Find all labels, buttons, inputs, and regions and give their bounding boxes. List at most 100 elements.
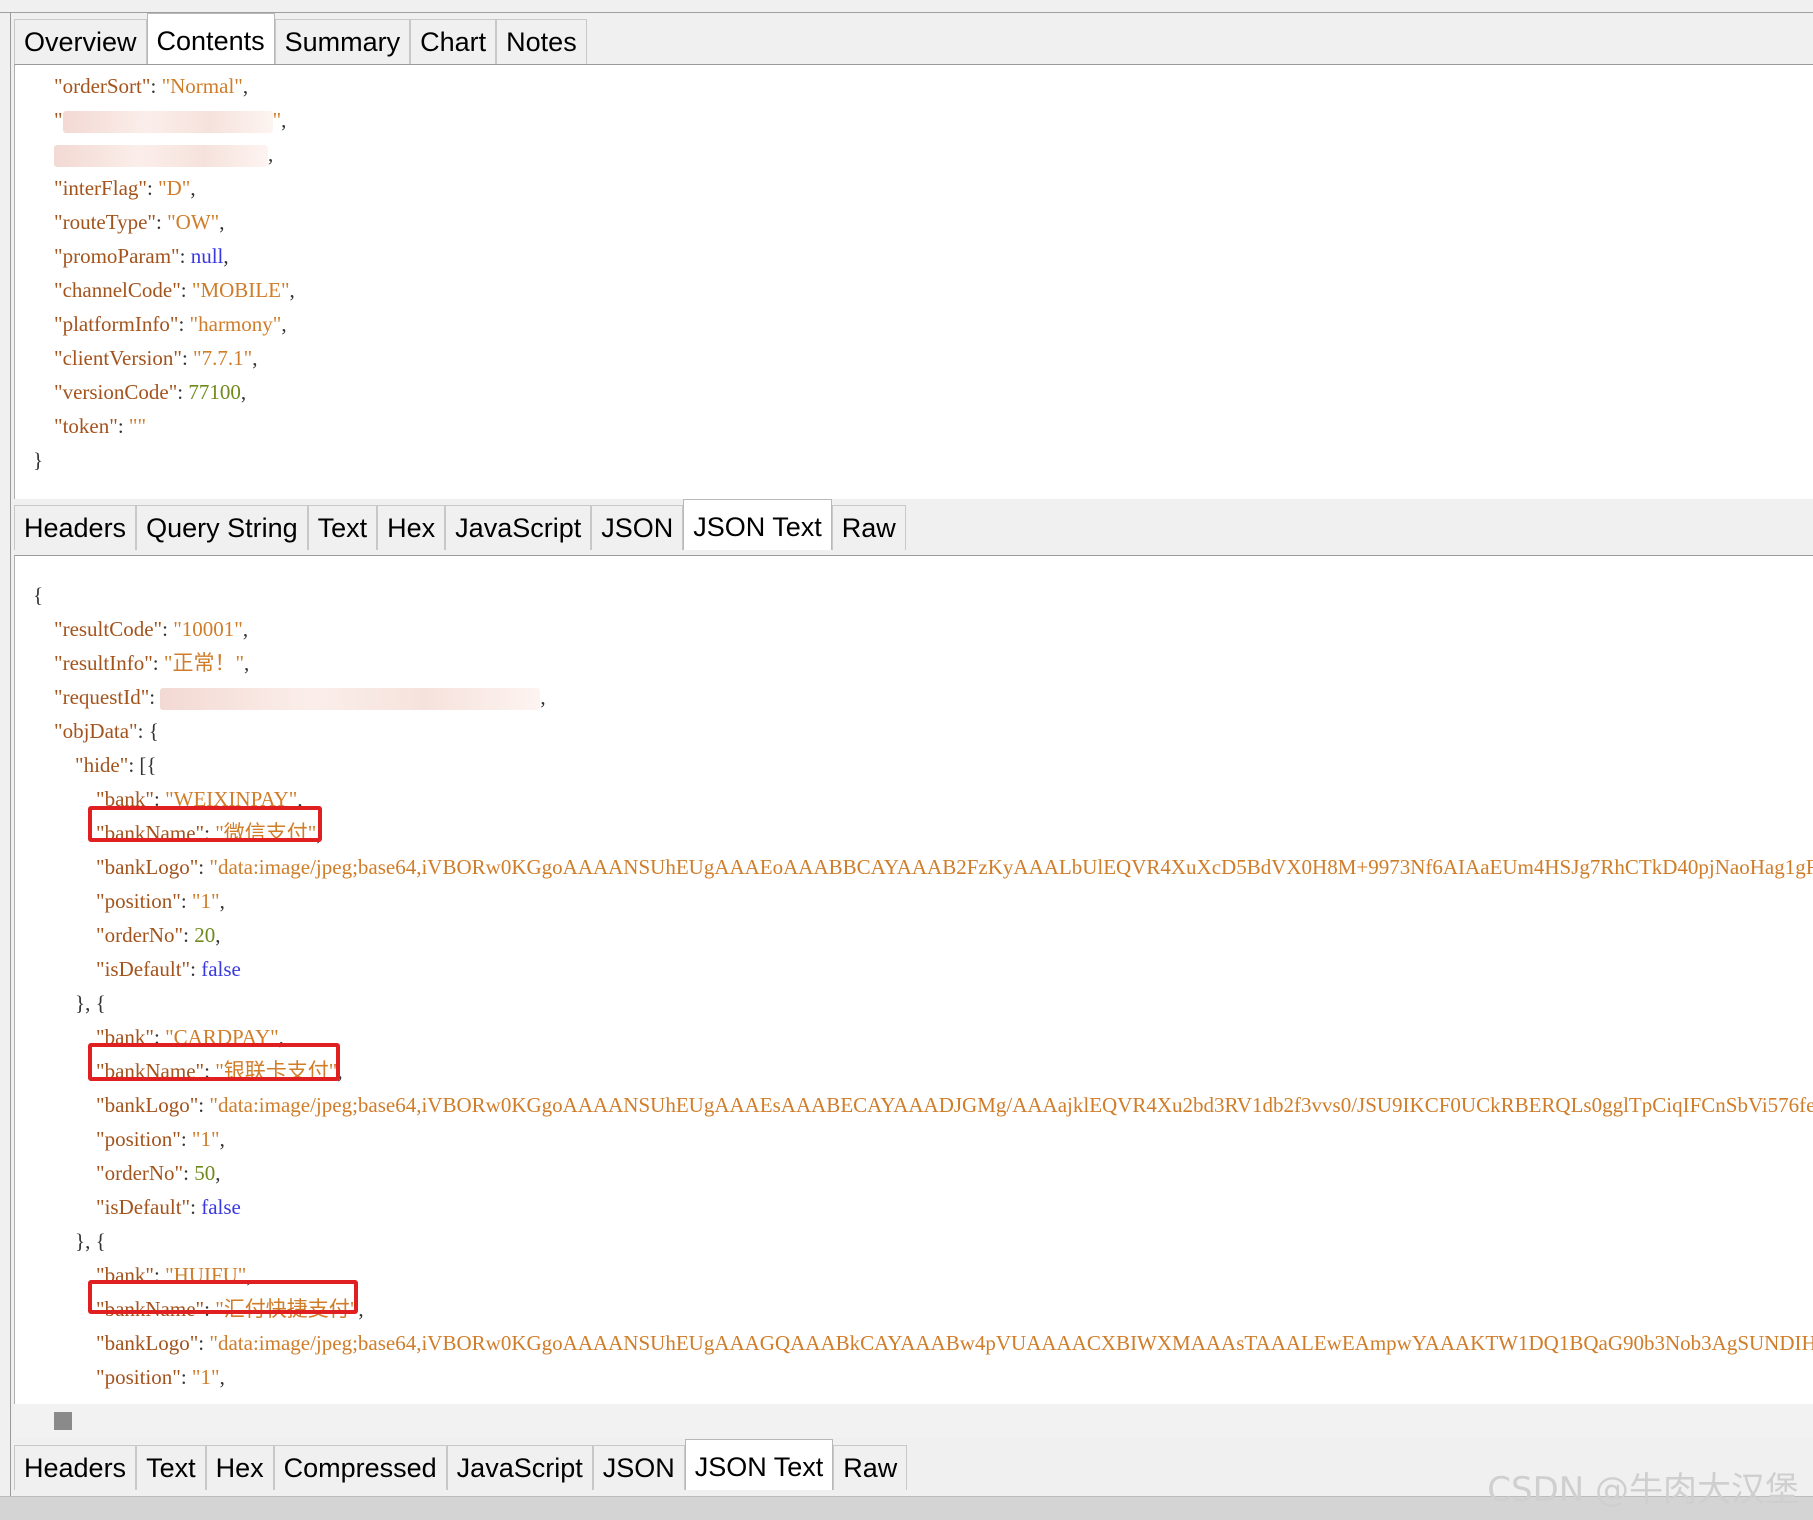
request-body-view[interactable]: "orderSort": "Normal", " ",, "interFlag": "…: [14, 64, 1813, 499]
request-tab-json[interactable]: JSON: [591, 505, 684, 550]
json-token: :: [149, 685, 161, 709]
inspector-tab-contents[interactable]: Contents: [146, 13, 275, 64]
json-token: :: [152, 651, 164, 675]
json-line: "bankLogo": "data:image/jpeg;base64,iVBO…: [33, 1326, 1813, 1360]
response-tab-compressed[interactable]: Compressed: [273, 1445, 447, 1490]
response-tab-json[interactable]: JSON: [592, 1445, 685, 1490]
json-token: "objData": [54, 719, 138, 743]
json-token: ,: [215, 923, 221, 947]
json-token: "resultCode": [54, 617, 163, 641]
json-token: :: [155, 210, 168, 234]
json-token: "": [128, 414, 147, 438]
json-token: "OW": [167, 210, 220, 234]
json-line: }, {: [33, 1224, 1813, 1258]
json-token: :: [183, 1161, 195, 1185]
json-token: :: [117, 414, 129, 438]
response-view-tabs: Headers Text Hex Compressed JavaScript JSON JS…: [14, 1438, 908, 1490]
json-token: false: [201, 957, 241, 981]
json-line: }, {: [33, 986, 1813, 1020]
json-token: ,: [289, 278, 295, 302]
json-token: :: [198, 1331, 210, 1355]
horizontal-scrollbar[interactable]: [14, 1404, 1813, 1438]
json-token: ,: [240, 380, 247, 404]
redacted-value: [54, 145, 268, 168]
response-tab-text[interactable]: Text: [136, 1445, 206, 1490]
json-token: "orderNo": [96, 1161, 184, 1185]
json-line: "position": "1",: [33, 884, 1813, 918]
json-token: ,: [219, 889, 225, 913]
json-line: "isDefault": false: [33, 1190, 1813, 1224]
highlight-box-weixin: [88, 806, 322, 842]
json-token: :: [183, 923, 195, 947]
json-token: "bankLogo": [96, 855, 199, 879]
json-token: "Normal": [161, 74, 243, 98]
inspector-tab-chart[interactable]: Chart: [410, 19, 497, 64]
json-line: "orderNo": 50,: [33, 1156, 1813, 1190]
json-token: ,: [219, 1127, 225, 1151]
inspector-tab-summary[interactable]: Summary: [274, 19, 411, 64]
json-token: "requestId": [54, 685, 150, 709]
json-token: "resultInfo": [54, 651, 153, 675]
json-token: "position": [96, 889, 181, 913]
json-token: ,: [244, 651, 250, 675]
inspector-tab-overview[interactable]: Overview: [14, 19, 147, 64]
json-token: {: [33, 583, 44, 607]
request-tab-raw[interactable]: Raw: [831, 505, 906, 550]
scroll-thumb[interactable]: [54, 1412, 72, 1430]
json-token: "orderSort": [54, 74, 151, 98]
response-tab-headers[interactable]: Headers: [14, 1445, 137, 1490]
json-token: "promoParam": [54, 244, 180, 268]
json-token: 50: [194, 1161, 216, 1185]
redacted-value: [160, 688, 541, 711]
response-json-text: { "resultCode": "10001", "resultInfo": "正常…: [33, 578, 1813, 1394]
json-token: }: [33, 448, 44, 472]
json-token: "1": [191, 1365, 220, 1389]
json-line: "promoParam": null,: [33, 239, 295, 273]
json-token: }, {: [75, 1229, 106, 1253]
json-line: "objData": {: [33, 714, 1813, 748]
json-token: "data:image/jpeg;base64,iVBORw0KGgoAAAAN…: [209, 1093, 1813, 1117]
response-tab-raw[interactable]: Raw: [833, 1445, 908, 1490]
inspector-tab-notes[interactable]: Notes: [496, 19, 587, 64]
request-tab-text[interactable]: Text: [307, 505, 378, 550]
request-json-text: "orderSort": "Normal", " ",, "interFlag": "…: [33, 69, 295, 477]
json-line: "versionCode": 77100,: [33, 375, 295, 409]
response-tab-json-text[interactable]: JSON Text: [684, 1439, 834, 1490]
json-token: "1": [191, 1127, 220, 1151]
json-token: ,: [268, 142, 274, 166]
json-line: "requestId": ,: [33, 680, 1813, 714]
json-token: :: [180, 1365, 192, 1389]
request-tab-headers[interactable]: Headers: [14, 505, 137, 550]
json-token: :: [190, 1195, 202, 1219]
request-tab-javascript[interactable]: JavaScript: [445, 505, 592, 550]
json-token: "正常！": [163, 651, 245, 675]
highlight-box-huifu: [88, 1280, 358, 1314]
json-token: :: [181, 346, 194, 370]
request-tab-query-string[interactable]: Query String: [136, 505, 308, 550]
json-token: :: [190, 957, 202, 981]
json-token: ,: [215, 1161, 221, 1185]
request-tab-json-text[interactable]: JSON Text: [683, 499, 832, 550]
json-token: ,: [358, 1297, 364, 1321]
request-tab-hex[interactable]: Hex: [377, 505, 446, 550]
json-token: "hide": [75, 753, 129, 777]
json-token: "versionCode": [54, 380, 178, 404]
response-tab-hex[interactable]: Hex: [205, 1445, 274, 1490]
response-body-view[interactable]: { "resultCode": "10001", "resultInfo": "正常…: [14, 555, 1813, 1405]
json-token: "token": [54, 414, 118, 438]
json-line: "resultCode": "10001",: [33, 612, 1813, 646]
json-token: ": [272, 108, 282, 132]
json-token: "bankLogo": [96, 1331, 199, 1355]
json-line: "hide": [{: [33, 748, 1813, 782]
json-line: "orderSort": "Normal",: [33, 69, 295, 103]
response-tab-javascript[interactable]: JavaScript: [446, 1445, 593, 1490]
json-line: "token": "": [33, 409, 295, 443]
json-line: "position": "1",: [33, 1360, 1813, 1394]
json-token: ,: [252, 346, 258, 370]
json-token: false: [201, 1195, 241, 1219]
json-token: ,: [242, 617, 249, 641]
json-token: :: [178, 312, 190, 336]
request-view-tabs: Headers Query String Text Hex JavaScript JSON…: [14, 498, 906, 550]
json-token: :: [198, 855, 210, 879]
json-token: "platformInfo": [54, 312, 179, 336]
